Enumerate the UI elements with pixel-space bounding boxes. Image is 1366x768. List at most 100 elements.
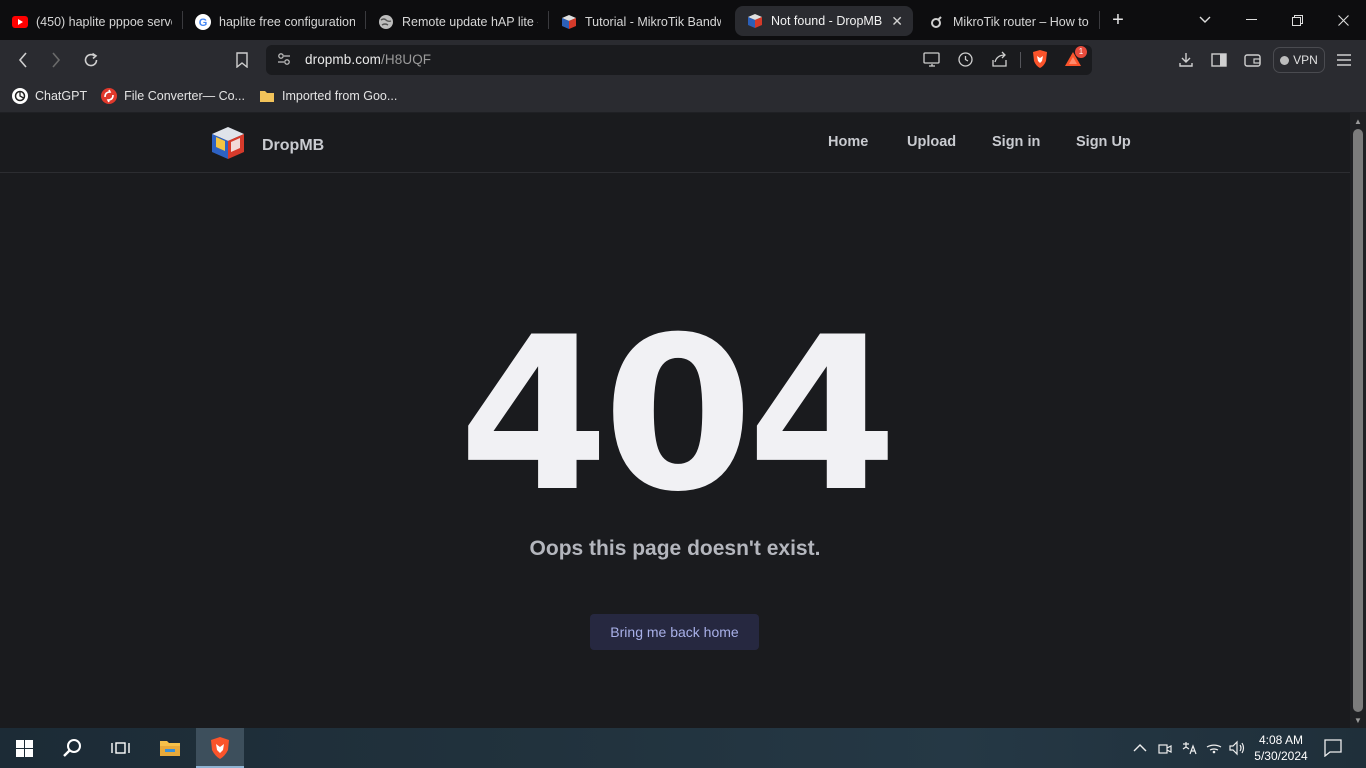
tab-mikrotik-tutorial[interactable]: Tutorial - MikroTik Bandw xyxy=(549,6,731,38)
minimize-button[interactable] xyxy=(1228,0,1274,40)
file-converter-icon xyxy=(101,88,118,104)
nav-sign-in[interactable]: Sign in xyxy=(992,134,1040,150)
back-button[interactable] xyxy=(11,48,35,72)
close-icon xyxy=(1337,14,1349,26)
network-icon[interactable] xyxy=(1206,740,1222,757)
start-button[interactable] xyxy=(0,728,48,768)
reload-icon xyxy=(84,52,98,67)
web-page: DropMB Home Upload Sign in Sign Up 404 O… xyxy=(0,113,1350,728)
address-bar[interactable]: dropmb.com/H8UQF 1 xyxy=(266,45,1092,75)
toolbar-divider xyxy=(1020,52,1021,68)
nav-sign-up[interactable]: Sign Up xyxy=(1076,134,1131,150)
history-icon[interactable] xyxy=(957,51,974,73)
reload-button[interactable] xyxy=(79,48,103,72)
close-tab-icon[interactable]: ✕ xyxy=(891,13,903,30)
wallet-icon xyxy=(1243,54,1261,67)
folder-icon xyxy=(259,88,275,104)
scroll-up-icon[interactable]: ▲ xyxy=(1350,114,1366,128)
tab-strip: (450) haplite pppoe server G haplite fre… xyxy=(0,0,1366,40)
volume-icon[interactable] xyxy=(1229,740,1247,759)
back-home-button[interactable]: Bring me back home xyxy=(590,614,759,650)
error-message: Oops this page doesn't exist. xyxy=(529,537,821,560)
site-header: DropMB Home Upload Sign in Sign Up xyxy=(0,113,1350,173)
tab-dropmb-active[interactable]: Not found - DropMB ✕ xyxy=(735,6,913,36)
task-view-icon xyxy=(110,742,130,754)
task-view-button[interactable] xyxy=(96,728,144,768)
arrow-right-icon xyxy=(52,52,61,68)
tab-title: Tutorial - MikroTik Bandw xyxy=(585,15,721,29)
brand-link[interactable]: DropMB xyxy=(210,125,324,166)
tab-youtube[interactable]: (450) haplite pppoe server xyxy=(0,6,182,38)
sidebar-button[interactable] xyxy=(1207,48,1231,72)
bookmark-button[interactable] xyxy=(230,48,254,72)
arrow-left-icon xyxy=(18,52,27,68)
bookmark-folder-imported[interactable]: Imported from Goo... xyxy=(259,88,397,104)
dropmb-logo-icon xyxy=(210,125,246,166)
search-button[interactable] xyxy=(48,728,96,768)
svg-text:G: G xyxy=(199,17,208,29)
tab-title: haplite free configuration xyxy=(219,15,355,29)
forward-button[interactable] xyxy=(44,48,68,72)
vpn-status-icon xyxy=(1280,55,1290,65)
vpn-button[interactable]: VPN xyxy=(1273,47,1325,73)
bookmark-file-converter[interactable]: File Converter— Co... xyxy=(101,88,245,104)
main-menu-button[interactable] xyxy=(1332,48,1356,72)
chevron-down-icon xyxy=(1199,16,1211,23)
notifications-icon[interactable] xyxy=(1324,739,1342,760)
error-code: 404 xyxy=(458,291,897,538)
youtube-icon xyxy=(12,14,28,30)
minimize-icon xyxy=(1245,19,1257,20)
wallet-button[interactable] xyxy=(1240,48,1264,72)
tab-title: MikroTik router – How to xyxy=(953,15,1089,29)
brave-taskbar-button[interactable] xyxy=(196,728,244,768)
taskbar-clock[interactable]: 4:08 AM 5/30/2024 xyxy=(1252,732,1310,764)
bookmark-chatgpt[interactable]: ChatGPT xyxy=(12,88,87,104)
downloads-button[interactable] xyxy=(1174,48,1198,72)
new-tab-button[interactable]: + xyxy=(1100,4,1136,36)
windows-taskbar: 4:08 AM 5/30/2024 xyxy=(0,728,1366,768)
file-explorer-button[interactable] xyxy=(146,728,194,768)
tab-remote-update[interactable]: Remote update hAP lite - xyxy=(366,6,548,38)
restore-icon xyxy=(1291,14,1303,26)
site-settings-icon[interactable] xyxy=(277,52,291,71)
brave-shields-icon[interactable] xyxy=(1031,49,1049,74)
tab-title: Remote update hAP lite - xyxy=(402,15,538,29)
sidebar-icon xyxy=(1211,53,1227,67)
globe-icon xyxy=(378,14,394,30)
restore-button[interactable] xyxy=(1274,0,1320,40)
page-scrollbar[interactable]: ▲ ▼ xyxy=(1350,113,1366,728)
show-hidden-icons[interactable] xyxy=(1133,740,1147,755)
brave-browser-icon xyxy=(211,737,229,759)
hamburger-menu-icon xyxy=(1337,54,1351,66)
plus-icon: + xyxy=(1112,8,1124,31)
download-icon xyxy=(1179,53,1193,67)
search-icon xyxy=(63,739,81,757)
cast-icon[interactable] xyxy=(923,52,941,72)
url-path: /H8UQF xyxy=(381,52,432,67)
share-icon[interactable] xyxy=(991,51,1008,73)
bookmark-icon xyxy=(236,52,248,68)
bookmark-label: Imported from Goo... xyxy=(281,89,398,103)
mikrotik-cube-icon xyxy=(561,14,577,30)
close-window-button[interactable] xyxy=(1320,0,1366,40)
bookmark-label: File Converter— Co... xyxy=(124,89,245,103)
input-method-icon[interactable] xyxy=(1181,740,1197,759)
scrollbar-thumb[interactable] xyxy=(1353,129,1363,712)
tab-title: (450) haplite pppoe server xyxy=(36,15,172,29)
nav-home[interactable]: Home xyxy=(828,134,868,150)
nav-upload[interactable]: Upload xyxy=(907,134,956,150)
bookmarks-bar: ChatGPT File Converter— Co... Imported f… xyxy=(0,80,1366,113)
windows-logo-icon xyxy=(15,739,33,757)
brand-name: DropMB xyxy=(262,136,325,154)
scroll-down-icon[interactable]: ▼ xyxy=(1350,713,1366,727)
tab-mikrotik-howto[interactable]: MikroTik router – How to xyxy=(917,6,1099,38)
tab-search-button[interactable] xyxy=(1182,0,1228,40)
chatgpt-icon xyxy=(12,88,28,104)
file-explorer-icon xyxy=(160,741,180,756)
browser-toolbar: dropmb.com/H8UQF 1 VPN xyxy=(0,40,1366,80)
meet-now-icon[interactable] xyxy=(1158,740,1172,759)
vpn-label: VPN xyxy=(1293,53,1318,67)
tab-google[interactable]: G haplite free configuration xyxy=(183,6,365,38)
site-icon xyxy=(929,14,945,30)
clock-time: 4:08 AM xyxy=(1258,733,1304,747)
